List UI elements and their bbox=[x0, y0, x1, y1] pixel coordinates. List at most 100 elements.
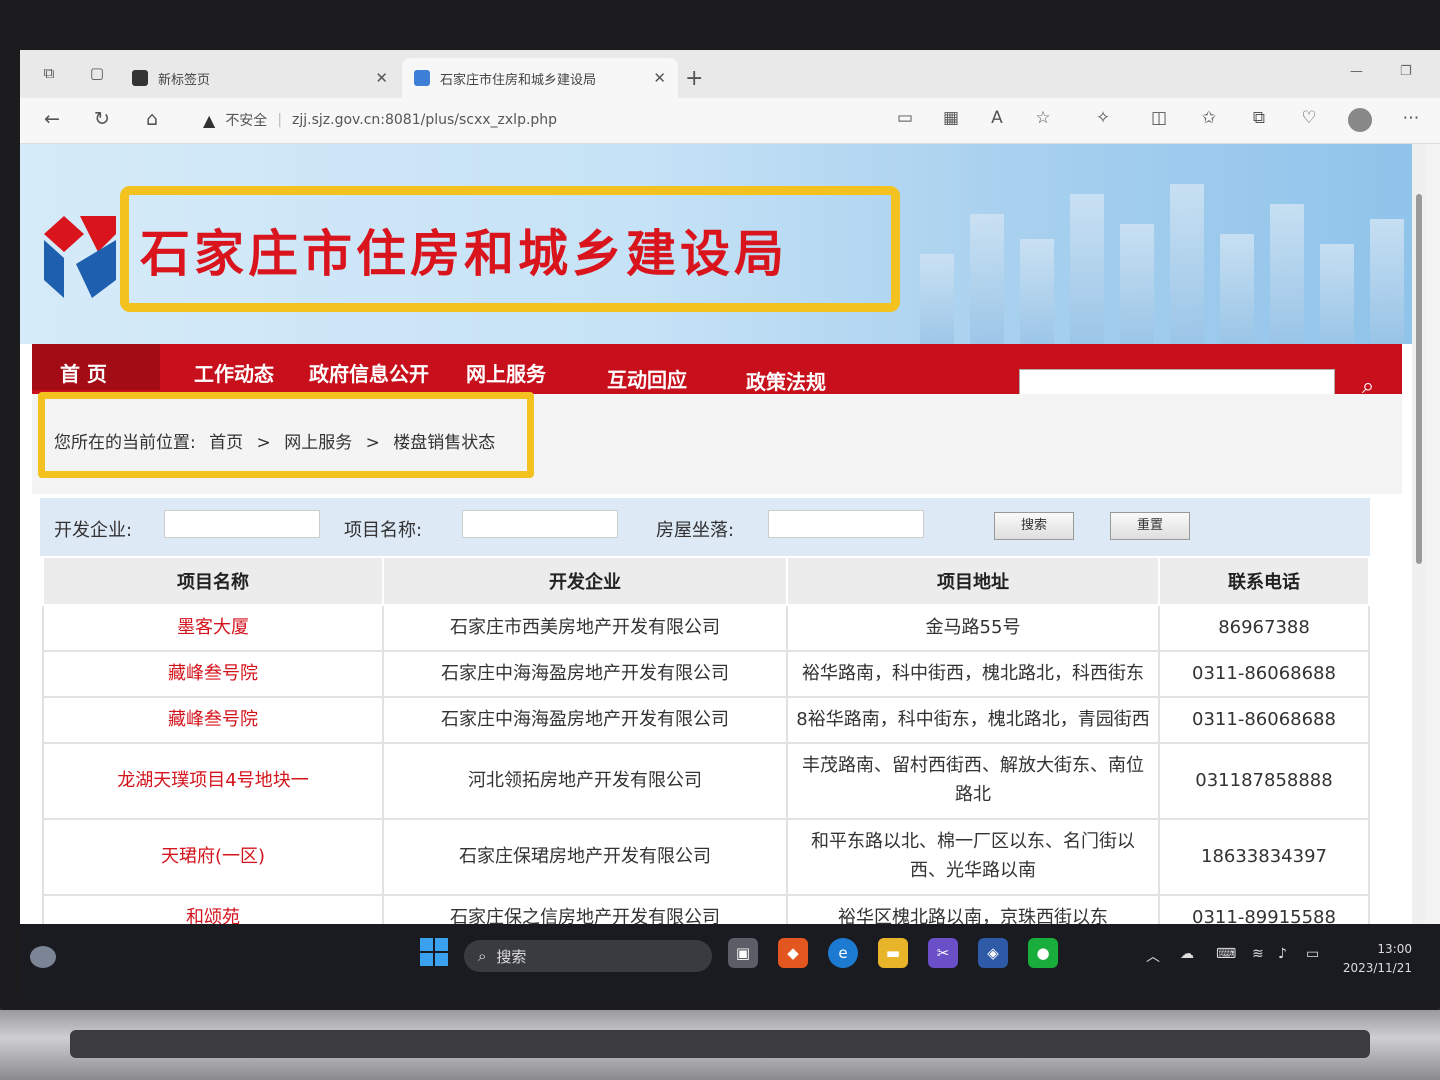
phone-cell: 0311-86068688 bbox=[1158, 696, 1370, 744]
project-name-link[interactable]: 天珺府(一区) bbox=[42, 818, 384, 896]
extensions-icon[interactable]: ✧ bbox=[1090, 108, 1116, 128]
restore-icon[interactable]: ❐ bbox=[1400, 64, 1412, 79]
taskbar-search-placeholder: 搜索 bbox=[496, 947, 527, 966]
new-tab-plus-icon[interactable]: + bbox=[685, 66, 703, 91]
favorites-icon[interactable]: ✩ bbox=[1196, 108, 1222, 128]
address-cell: 金马路55号 bbox=[786, 604, 1160, 652]
project-name-link[interactable]: 龙湖天璞项目4号地块一 bbox=[42, 742, 384, 820]
address-cell: 丰茂路南、留村西街西、解放大街东、南位路北 bbox=[786, 742, 1160, 820]
home-icon[interactable]: ⌂ bbox=[140, 108, 164, 130]
nav-item-work-news[interactable]: 工作动态 bbox=[194, 358, 274, 387]
back-arrow-icon[interactable]: ← bbox=[40, 108, 64, 130]
table-row: 天珺府(一区) 石家庄保珺房地产开发有限公司 和平东路以北、棉一厂区以东、名门街… bbox=[42, 818, 1370, 896]
close-icon[interactable]: ✕ bbox=[375, 69, 388, 87]
task-view-icon[interactable]: ▣ bbox=[728, 938, 758, 968]
wifi-icon[interactable]: ≋ bbox=[1252, 946, 1264, 962]
breadcrumb-item-home[interactable]: 首页 bbox=[209, 433, 243, 453]
project-name-link[interactable]: 藏峰叁号院 bbox=[42, 696, 384, 744]
tab-title: 石家庄市住房和城乡建设局 bbox=[440, 72, 597, 88]
page-scrollbar[interactable] bbox=[1412, 144, 1426, 924]
tab-new-tab[interactable]: 新标签页 ✕ bbox=[120, 58, 400, 98]
table-row: 龙湖天璞项目4号地块一 河北领拓房地产开发有限公司 丰茂路南、留村西街西、解放大… bbox=[42, 742, 1370, 820]
tab-strip: ⧉ ▢ 新标签页 ✕ 石家庄市住房和城乡建设局 ✕ + — ❐ bbox=[20, 50, 1440, 98]
keyboard-icon[interactable]: ⌨ bbox=[1216, 946, 1236, 962]
collections-icon[interactable]: ⧉ bbox=[1246, 108, 1272, 128]
address-cell: 裕华区槐北路以南，京珠西街以东 bbox=[786, 894, 1160, 924]
project-input[interactable] bbox=[462, 510, 618, 538]
search-icon: ⌕ bbox=[478, 947, 487, 965]
security-app-icon[interactable]: ◈ bbox=[978, 938, 1008, 968]
location-input[interactable] bbox=[768, 510, 924, 538]
tab-actions-icon[interactable]: ▢ bbox=[86, 64, 108, 84]
nav-item-interaction[interactable]: 互动回应 bbox=[607, 364, 687, 393]
tab-zjj[interactable]: 石家庄市住房和城乡建设局 ✕ bbox=[402, 58, 678, 98]
banner-building bbox=[920, 254, 954, 344]
tray-overflow-chevron-icon[interactable]: ︿ bbox=[1146, 946, 1160, 966]
banner-building bbox=[1220, 234, 1254, 344]
banner-building bbox=[1270, 204, 1304, 344]
breadcrumb-prefix: 您所在的当前位置: bbox=[54, 433, 196, 453]
address-bar: ← ↻ ⌂ ▲ 不安全 | zjj.sjz.gov.cn:8081/plus/s… bbox=[20, 98, 1440, 144]
minimize-icon[interactable]: — bbox=[1350, 64, 1363, 79]
file-explorer-icon[interactable]: ▬ bbox=[878, 938, 908, 968]
weather-widget-icon[interactable] bbox=[30, 946, 56, 968]
breadcrumb-item-online-services[interactable]: 网上服务 bbox=[284, 433, 352, 453]
app-available-icon[interactable]: ▭ bbox=[892, 108, 918, 128]
split-screen-icon[interactable]: ◫ bbox=[1146, 108, 1172, 128]
project-name-link[interactable]: 和颂苑 bbox=[42, 894, 384, 924]
refresh-icon[interactable]: ↻ bbox=[90, 108, 114, 130]
banner-building bbox=[1320, 244, 1354, 344]
volume-icon[interactable]: ♪ bbox=[1278, 946, 1287, 962]
wechat-icon[interactable]: ● bbox=[1028, 938, 1058, 968]
address-cell: 和平东路以北、棉一厂区以东、名门街以西、光华路以南 bbox=[786, 818, 1160, 896]
workspaces-icon[interactable]: ⧉ bbox=[38, 64, 60, 84]
url-separator: | bbox=[277, 112, 283, 128]
scrollbar-thumb[interactable] bbox=[1416, 194, 1422, 564]
bureau-logo-icon bbox=[44, 216, 116, 298]
nav-item-policy[interactable]: 政策法规 bbox=[746, 366, 826, 395]
highlight-box-title bbox=[120, 186, 900, 312]
security-label[interactable]: 不安全 bbox=[225, 110, 267, 130]
tab-title: 新标签页 bbox=[158, 72, 211, 88]
banner-building bbox=[1070, 194, 1104, 344]
address-cell: 裕华路南，科中街西，槐北路北，科西街东 bbox=[786, 650, 1160, 698]
profile-avatar[interactable] bbox=[1348, 108, 1372, 132]
new-tab-icon bbox=[132, 70, 148, 86]
reset-button[interactable]: 重置 bbox=[1110, 512, 1190, 540]
phone-cell: 0311-89915588 bbox=[1158, 894, 1370, 924]
developer-cell: 石家庄市西美房地产开发有限公司 bbox=[382, 604, 788, 652]
windows-start-icon[interactable] bbox=[420, 938, 448, 966]
edge-browser-icon[interactable]: e bbox=[828, 938, 858, 968]
breadcrumb-separator: > bbox=[256, 433, 271, 453]
qr-code-icon[interactable]: ▦ bbox=[938, 108, 964, 128]
snipping-tool-icon[interactable]: ✂ bbox=[928, 938, 958, 968]
close-icon[interactable]: ✕ bbox=[653, 69, 666, 87]
nav-item-info-disclosure[interactable]: 政府信息公开 bbox=[309, 358, 429, 387]
site-favicon-icon bbox=[414, 70, 430, 86]
favorite-star-icon[interactable]: ☆ bbox=[1030, 108, 1056, 128]
search-button[interactable]: 搜索 bbox=[994, 512, 1074, 540]
screen: ⧉ ▢ 新标签页 ✕ 石家庄市住房和城乡建设局 ✕ + — ❐ ← ↻ ⌂ ▲ … bbox=[20, 50, 1440, 998]
developer-cell: 石家庄保之信房地产开发有限公司 bbox=[382, 894, 788, 924]
wps-app-icon[interactable]: ◆ bbox=[778, 938, 808, 968]
project-name-link[interactable]: 墨客大厦 bbox=[42, 604, 384, 652]
taskbar: ⌕ 搜索 ▣ ◆ e ▬ ✂ ◈ ● ︿ ☁ ⌨ ≋ ♪ ▭ 13:00 202… bbox=[20, 924, 1440, 998]
filter-bar: 开发企业: 项目名称: 房屋坐落: 搜索 重置 bbox=[40, 498, 1370, 556]
url-text[interactable]: zjj.sjz.gov.cn:8081/plus/scxx_zxlp.php bbox=[292, 112, 557, 128]
nav-item-home[interactable]: 首 页 bbox=[60, 358, 107, 387]
col-header-project: 项目名称 bbox=[42, 556, 384, 606]
url-field[interactable]: ▲ 不安全 | zjj.sjz.gov.cn:8081/plus/scxx_zx… bbox=[185, 104, 875, 136]
table-row: 藏峰叁号院 石家庄中海海盈房地产开发有限公司 8裕华路南，科中街东，槐北路北，青… bbox=[42, 696, 1370, 744]
nav-item-online-services[interactable]: 网上服务 bbox=[466, 358, 546, 387]
read-aloud-icon[interactable]: A bbox=[984, 108, 1010, 128]
more-menu-icon[interactable]: ⋯ bbox=[1398, 108, 1424, 128]
onedrive-cloud-icon[interactable]: ☁ bbox=[1180, 946, 1194, 962]
phone-cell: 031187858888 bbox=[1158, 742, 1370, 820]
taskbar-search[interactable]: ⌕ 搜索 bbox=[464, 940, 712, 972]
battery-icon[interactable]: ▭ bbox=[1306, 946, 1319, 962]
system-clock[interactable]: 13:00 2023/11/21 bbox=[1342, 940, 1412, 977]
developer-input[interactable] bbox=[164, 510, 320, 538]
browser-essentials-icon[interactable]: ♡ bbox=[1296, 108, 1322, 128]
projects-table: 项目名称 开发企业 项目地址 联系电话 墨客大厦 石家庄市西美房地产开发有限公司… bbox=[42, 556, 1370, 924]
project-name-link[interactable]: 藏峰叁号院 bbox=[42, 650, 384, 698]
